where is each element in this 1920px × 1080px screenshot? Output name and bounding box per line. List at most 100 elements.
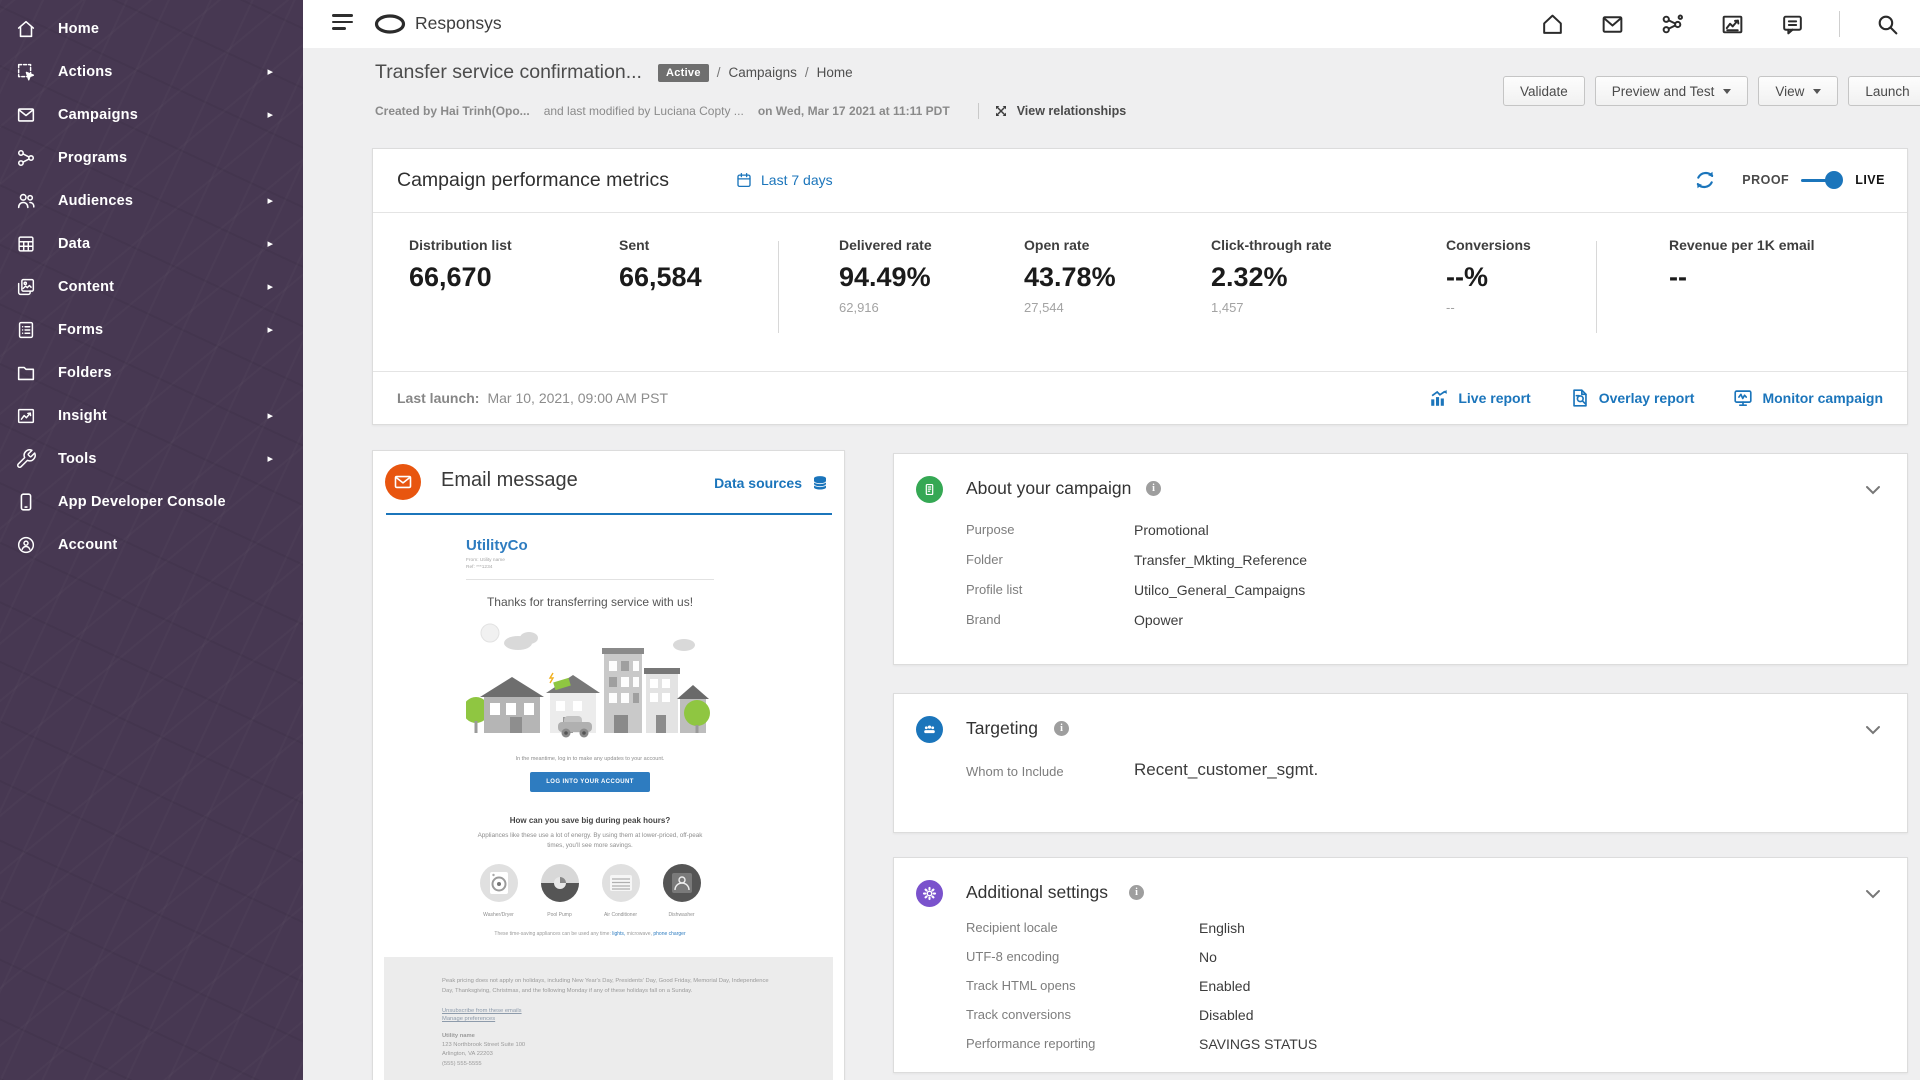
unsubscribe-link[interactable]: Unsubscribe from these emails [442,1008,775,1014]
sidebar-item-label: Programs [58,150,127,166]
field-track-conversions: Track conversionsDisabled [966,1007,1253,1023]
sidebar-item-label: Insight [58,408,107,424]
preview-and-test-button[interactable]: Preview and Test [1595,76,1749,106]
field-purpose: PurposePromotional [966,522,1209,538]
sidebar-item-label: App Developer Console [58,494,226,510]
about-icon [916,476,943,503]
chevron-down-icon[interactable] [1865,722,1881,740]
overlay-report-link[interactable]: Overlay report [1569,387,1695,409]
chevron-right-icon: ▸ [267,280,273,293]
breadcrumb-home[interactable]: Home [817,65,853,80]
campaign-performance-card: Campaign performance metrics Last 7 days… [372,148,1908,425]
metrics-divider [1596,241,1597,333]
about-panel-title: About your campaign [966,478,1131,499]
sidebar-nav: Home Actions ▸ Campaigns ▸ Programs Audi… [0,0,303,566]
sidebar-item-folders[interactable]: Folders [0,351,303,394]
app-window: Home Actions ▸ Campaigns ▸ Programs Audi… [0,0,1920,1080]
insight-icon[interactable] [1719,11,1745,37]
monitor-campaign-icon [1732,387,1754,409]
sidebar-item-label: Forms [58,322,103,338]
metrics-header: Campaign performance metrics Last 7 days… [373,149,1907,213]
log-into-account-button[interactable]: LOG INTO YOUR ACCOUNT [530,772,650,792]
view-relationships-link[interactable]: View relationships [993,103,1127,119]
sidebar-item-content[interactable]: Content ▸ [0,265,303,308]
email-address-line: 123 Northbrook Street Suite 100 [442,1041,775,1050]
sidebar-item-insight[interactable]: Insight ▸ [0,394,303,437]
email-footer: Peak pricing does not apply on holidays,… [384,957,833,1080]
sidebar-item-programs[interactable]: Programs [0,136,303,179]
field-performance-reporting: Performance reportingSAVINGS STATUS [966,1036,1317,1052]
sidebar-item-label: Account [58,537,117,553]
live-report-link[interactable]: Live report [1428,387,1530,409]
metric-click-through-rate: Click-through rate2.32%1,457 [1211,237,1332,315]
chevron-down-icon[interactable] [1865,482,1881,500]
appliance-icons-row: Washer/Dryer Pool Pump Air Conditioner D… [466,863,714,920]
washer-icon [479,863,519,903]
mail-icon[interactable] [1599,11,1625,37]
report-links: Live report Overlay report Monitor campa… [1428,387,1883,409]
home-icon[interactable] [1539,11,1565,37]
about-campaign-panel: About your campaign i PurposePromotional… [893,453,1908,665]
email-from-line: From: Utility nameRef: ***1234 [466,557,714,571]
sidebar-item-label: Campaigns [58,107,138,123]
info-icon[interactable]: i [1054,721,1069,736]
sidebar-item-tools[interactable]: Tools ▸ [0,437,303,480]
sidebar-item-data[interactable]: Data ▸ [0,222,303,265]
info-icon[interactable]: i [1146,481,1161,496]
page-title: Transfer service confirmation... [375,61,642,84]
feedback-icon[interactable] [1779,11,1805,37]
field-recipient-locale: Recipient localeEnglish [966,920,1245,936]
sidebar-item-audiences[interactable]: Audiences ▸ [0,179,303,222]
topbar-icons [1539,11,1900,37]
live-report-icon [1428,387,1450,409]
info-icon[interactable]: i [1129,885,1144,900]
validate-button[interactable]: Validate [1503,76,1585,106]
sidebar-item-campaigns[interactable]: Campaigns ▸ [0,93,303,136]
menu-icon[interactable] [332,14,354,32]
appliance-washer: Washer/Dryer [477,863,521,920]
launch-button[interactable]: Launch [1848,76,1920,106]
metric-open-rate: Open rate43.78%27,544 [1024,237,1116,315]
view-button[interactable]: View [1758,76,1838,106]
chevron-right-icon: ▸ [267,65,273,78]
account-icon [14,533,38,557]
monitor-campaign-link[interactable]: Monitor campaign [1732,387,1883,409]
metric-delivered-rate: Delivered rate94.49%62,916 [839,237,932,315]
pool-pump-icon [540,863,580,903]
meta-row: Created by Hai Trinh(Opo... and last mod… [375,103,1126,119]
field-profile-list: Profile listUtilco_General_Campaigns [966,582,1305,598]
chevron-down-icon[interactable] [1865,886,1881,904]
home-icon [14,17,38,41]
search-icon[interactable] [1874,11,1900,37]
data-sources-link[interactable]: Data sources [714,473,830,493]
dishwasher-icon [662,863,702,903]
breadcrumb-separator: / [805,65,809,80]
email-divider [466,579,714,580]
sidebar-item-label: Audiences [58,193,133,209]
email-link[interactable]: lights, [612,931,625,937]
proof-live-toggle[interactable] [1801,171,1843,189]
email-link[interactable]: phone charger [653,931,685,937]
tools-icon [14,447,38,471]
campaigns-icon [14,103,38,127]
targeting-panel: Targeting i Whom to IncludeRecent_custom… [893,693,1908,833]
field-track-html-opens: Track HTML opensEnabled [966,978,1250,994]
date-range-selector[interactable]: Last 7 days [735,171,833,189]
programs-icon[interactable] [1659,11,1685,37]
sidebar-item-app-developer-console[interactable]: App Developer Console [0,480,303,523]
metric-conversions: Conversions--%-- [1446,237,1531,315]
sidebar-item-actions[interactable]: Actions ▸ [0,50,303,93]
sidebar-item-account[interactable]: Account [0,523,303,566]
status-badge: Active [658,64,709,82]
programs-icon [14,146,38,170]
refresh-icon[interactable] [1692,167,1718,193]
sidebar-item-home[interactable]: Home [0,7,303,50]
breadcrumb-campaigns[interactable]: Campaigns [729,65,797,80]
metric-sent: Sent66,584 [619,237,702,293]
header-actions: Validate Preview and Test View Launch [1503,76,1920,106]
sidebar-item-label: Data [58,236,90,252]
email-subhead: How can you save big during peak hours? [466,816,714,825]
date-range-label: Last 7 days [761,172,833,188]
field-utf8-encoding: UTF-8 encodingNo [966,949,1217,965]
sidebar-item-forms[interactable]: Forms ▸ [0,308,303,351]
